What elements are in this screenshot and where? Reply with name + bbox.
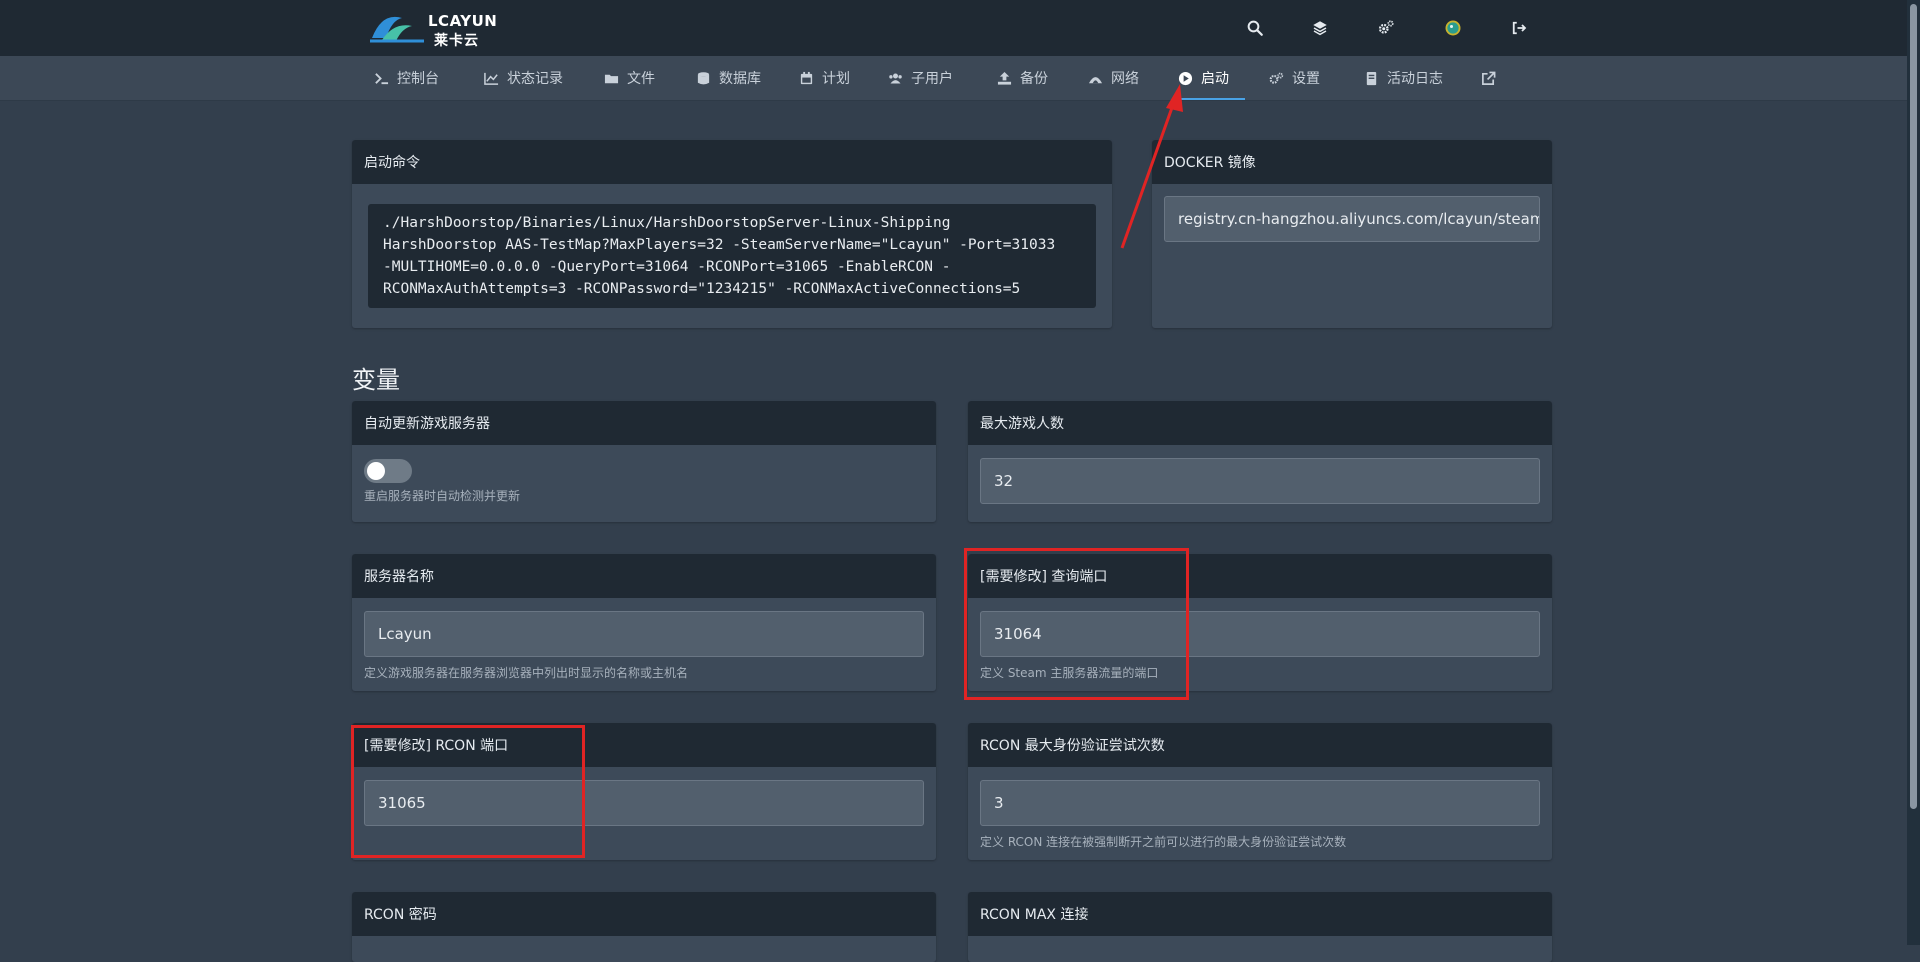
- tab-backups[interactable]: 备份: [997, 56, 1048, 100]
- tab-label: 活动日志: [1387, 71, 1443, 87]
- query-port-input[interactable]: 31064: [980, 611, 1540, 657]
- tab-settings[interactable]: 设置: [1269, 56, 1320, 100]
- rcon-max-connections-panel: RCON MAX 连接: [968, 892, 1552, 962]
- layers-icon[interactable]: [1308, 16, 1332, 40]
- server-name-input[interactable]: Lcayun: [364, 611, 924, 657]
- logo-cn-text: 莱卡云: [434, 33, 479, 49]
- panel-title: RCON MAX 连接: [968, 892, 1552, 936]
- search-icon[interactable]: [1243, 16, 1267, 40]
- tab-label: 设置: [1292, 71, 1320, 87]
- logo-text: LCAYUN: [428, 12, 498, 30]
- rcon-max-auth-panel: RCON 最大身份验证尝试次数 3 定义 RCON 连接在被强制断开之前可以进行…: [968, 723, 1552, 860]
- rcon-max-auth-input[interactable]: 3: [980, 780, 1540, 826]
- users-icon: [889, 73, 902, 83]
- panel-title: 最大游戏人数: [968, 401, 1552, 445]
- rcon-port-input[interactable]: 31065: [364, 780, 924, 826]
- panel-title: DOCKER 镜像: [1152, 140, 1552, 184]
- tab-label: 启动: [1201, 71, 1229, 87]
- folder-icon: [604, 74, 619, 83]
- server-name-panel: 服务器名称 Lcayun 定义游戏服务器在服务器浏览器中列出时显示的名称或主机名: [352, 554, 936, 691]
- rcon-port-panel: [需要修改] RCON 端口 31065: [352, 723, 936, 860]
- tab-schedule[interactable]: 计划: [799, 56, 850, 100]
- tab-database[interactable]: 数据库: [696, 56, 761, 100]
- tab-label: 状态记录: [507, 71, 563, 87]
- page-scrollbar[interactable]: [1907, 0, 1920, 945]
- tab-status-log[interactable]: 状态记录: [484, 56, 563, 100]
- auto-update-toggle[interactable]: [364, 459, 412, 483]
- query-port-panel: [需要修改] 查询端口 31064 定义 Steam 主服务器流量的端口: [968, 554, 1552, 691]
- auto-update-panel: 自动更新游戏服务器 重启服务器时自动检测并更新: [352, 401, 936, 522]
- cogs-icon: [1269, 72, 1284, 84]
- top-bar: LCAYUN 莱卡云: [0, 0, 1907, 56]
- gears-icon[interactable]: [1374, 16, 1398, 40]
- calendar-icon: [800, 71, 813, 84]
- panel-title: 自动更新游戏服务器: [352, 401, 936, 445]
- tab-console[interactable]: 控制台: [374, 56, 439, 100]
- network-icon: [1088, 76, 1103, 83]
- play-icon: [1178, 71, 1193, 85]
- help-text: 定义 Steam 主服务器流量的端口: [980, 666, 1159, 680]
- panel-title: 启动命令: [352, 140, 1112, 184]
- book-icon: [1366, 71, 1377, 85]
- panel-title: [需要修改] 查询端口: [968, 554, 1552, 598]
- panel-title: RCON 最大身份验证尝试次数: [968, 723, 1552, 767]
- startup-command-panel: 启动命令 ./HarshDoorstop/Binaries/Linux/Hars…: [352, 140, 1112, 328]
- tab-label: 网络: [1111, 71, 1139, 87]
- avatar[interactable]: [1441, 16, 1465, 40]
- chart-icon: [484, 72, 499, 85]
- tab-label: 控制台: [397, 71, 439, 87]
- brand-logo[interactable]: LCAYUN 莱卡云: [368, 8, 503, 49]
- tab-subusers[interactable]: 子用户: [888, 56, 953, 100]
- toggle-knob: [367, 462, 385, 480]
- startup-command-text: ./HarshDoorstop/Binaries/Linux/HarshDoor…: [368, 204, 1096, 308]
- sub-navigation: 控制台 状态记录 文件 数据库 计划 子用户 备份 网络 启动 设置 活动日志: [0, 56, 1907, 101]
- logo-mark-icon: [370, 16, 424, 43]
- docker-image-input[interactable]: registry.cn-hangzhou.aliyuncs.com/lcayun…: [1164, 196, 1540, 242]
- docker-image-panel: DOCKER 镜像 registry.cn-hangzhou.aliyuncs.…: [1152, 140, 1552, 328]
- terminal-icon: [375, 72, 389, 84]
- help-text: 定义 RCON 连接在被强制断开之前可以进行的最大身份验证尝试次数: [980, 835, 1347, 849]
- tab-startup[interactable]: 启动: [1178, 56, 1245, 100]
- tab-label: 数据库: [719, 71, 761, 87]
- tab-label: 文件: [627, 71, 655, 87]
- scrollbar-thumb[interactable]: [1910, 4, 1917, 809]
- upload-icon: [997, 71, 1012, 85]
- panel-title: RCON 密码: [352, 892, 936, 936]
- tab-label: 备份: [1020, 71, 1048, 87]
- tab-external-link[interactable]: [1481, 56, 1504, 100]
- external-link-icon: [1482, 71, 1496, 85]
- help-text: 重启服务器时自动检测并更新: [364, 489, 521, 503]
- database-icon: [697, 71, 710, 84]
- max-players-input[interactable]: 32: [980, 458, 1540, 504]
- panel-title: [需要修改] RCON 端口: [352, 723, 936, 767]
- tab-network[interactable]: 网络: [1088, 56, 1139, 100]
- tab-activity-log[interactable]: 活动日志: [1364, 56, 1443, 100]
- variables-heading: 变量: [352, 366, 400, 394]
- panel-title: 服务器名称: [352, 554, 936, 598]
- tab-label: 子用户: [911, 71, 953, 87]
- rcon-password-panel: RCON 密码: [352, 892, 936, 962]
- help-text: 定义游戏服务器在服务器浏览器中列出时显示的名称或主机名: [364, 666, 689, 680]
- tab-label: 计划: [822, 71, 850, 87]
- tab-files[interactable]: 文件: [604, 56, 655, 100]
- logout-icon[interactable]: [1507, 16, 1531, 40]
- max-players-panel: 最大游戏人数 32: [968, 401, 1552, 522]
